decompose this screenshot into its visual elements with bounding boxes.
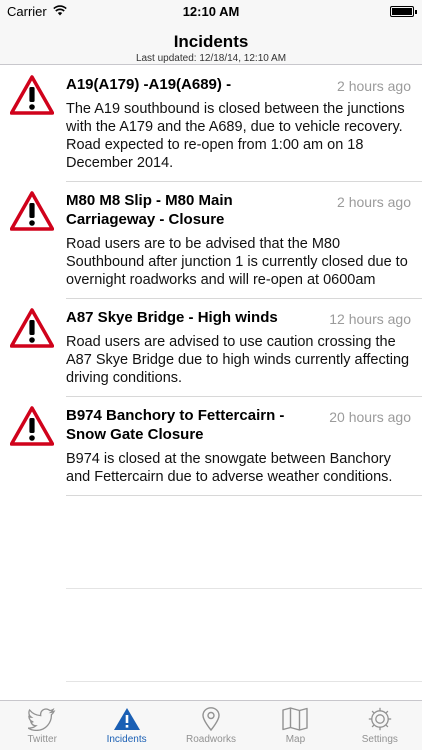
incident-description: Road users are advised to use caution cr… <box>66 334 410 386</box>
warning-triangle-icon <box>10 191 54 231</box>
incident-time: 12 hours ago <box>329 311 411 327</box>
incident-description: B974 is closed at the snowgate between B… <box>66 451 393 485</box>
tab-label: Settings <box>361 734 398 745</box>
incident-row[interactable]: B974 Banchory to Fettercairn - Snow Gate… <box>10 397 422 496</box>
incident-time: 2 hours ago <box>337 194 411 210</box>
tab-label: Roadworks <box>186 734 237 745</box>
gear-icon <box>368 707 392 731</box>
incident-time: 2 hours ago <box>337 78 411 94</box>
tab-roadworks[interactable]: Roadworks <box>169 701 253 750</box>
incident-description: Road users are to be advised that the M8… <box>66 236 408 288</box>
tab-label: Incidents <box>106 734 147 745</box>
status-time: 12:10 AM <box>182 4 240 19</box>
tab-twitter[interactable]: Twitter <box>0 701 84 750</box>
empty-list-row <box>66 589 422 682</box>
battery-icon <box>390 6 417 17</box>
incident-time: 20 hours ago <box>329 409 411 425</box>
tab-map[interactable]: Map <box>253 701 337 750</box>
twitter-bird-icon <box>28 707 56 731</box>
incident-row[interactable]: A87 Skye Bridge - High winds 12 hours ag… <box>10 299 422 397</box>
navigation-bar: Incidents Last updated: 12/18/14, 12:10 … <box>0 22 422 65</box>
tab-label: Map <box>285 734 306 745</box>
tab-settings[interactable]: Settings <box>338 701 422 750</box>
folded-map-icon <box>282 707 309 731</box>
incident-row[interactable]: A19(A179) -A19(A689) - 2 hours ago The A… <box>10 66 422 182</box>
incident-list[interactable]: A19(A179) -A19(A689) - 2 hours ago The A… <box>0 66 422 682</box>
last-updated-label: Last updated: 12/18/14, 12:10 AM <box>135 53 287 64</box>
page-title: Incidents <box>173 32 249 51</box>
warning-triangle-icon <box>10 75 54 115</box>
warning-triangle-icon <box>113 708 140 730</box>
incident-description: The A19 southbound is closed between the… <box>66 101 405 171</box>
status-bar: Carrier 12:10 AM <box>0 0 422 22</box>
tab-label: Twitter <box>27 734 57 745</box>
warning-triangle-icon <box>10 406 54 446</box>
empty-list-row <box>66 496 422 589</box>
tab-bar: Twitter Incidents Roadworks Map Settings <box>0 700 422 750</box>
tab-incidents[interactable]: Incidents <box>84 701 168 750</box>
incident-row[interactable]: M80 M8 Slip - M80 Main Carriageway - Clo… <box>10 182 422 299</box>
warning-triangle-icon <box>10 308 54 348</box>
map-pin-icon <box>202 707 220 731</box>
